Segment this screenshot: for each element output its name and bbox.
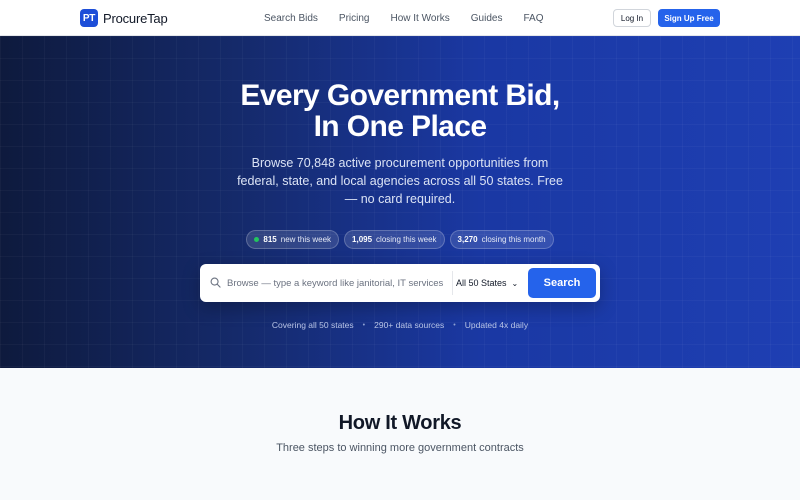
top-navbar: PT ProcureTap Search Bids Pricing How It… [0, 0, 800, 36]
hero-section: Every Government Bid, In One Place Brows… [0, 36, 800, 368]
stat-label: closing this week [376, 235, 437, 244]
trust-item-coverage: Covering all 50 states [271, 320, 354, 330]
chevron-down-icon: ⌄ [511, 278, 519, 288]
hero-title: Every Government Bid, In One Place [0, 80, 800, 142]
section-title: How It Works [338, 412, 462, 434]
bullet-separator-icon: • [453, 321, 456, 329]
nav-link-pricing[interactable]: Pricing [339, 13, 370, 24]
brand-name: ProcureTap [103, 10, 168, 26]
signup-button[interactable]: Sign Up Free [658, 9, 720, 27]
hero-title-line-2: In One Place [313, 110, 487, 143]
stat-value: 1,095 [352, 235, 373, 244]
stat-pill-closing-this-week: 1,095 closing this week [344, 230, 445, 249]
stats-pills: 815 new this week 1,095 closing this wee… [0, 230, 800, 249]
nav-links: Search Bids Pricing How It Works Guides … [264, 0, 564, 36]
trust-item-sources: 290+ data sources [374, 320, 445, 330]
nav-link-faq[interactable]: FAQ [523, 13, 543, 24]
how-it-works-section: How It Works Three steps to winning more… [0, 368, 800, 500]
stat-value: 815 [263, 235, 277, 244]
state-select[interactable]: All 50 States ⌄ [456, 273, 528, 293]
search-icon [210, 277, 221, 288]
nav-link-guides[interactable]: Guides [471, 13, 503, 24]
state-select-value: All 50 States [456, 278, 507, 288]
login-button[interactable]: Log In [613, 9, 651, 27]
search-input[interactable] [227, 264, 449, 302]
nav-link-how-it-works[interactable]: How It Works [391, 13, 450, 24]
search-bar: All 50 States ⌄ Search [200, 264, 600, 302]
stat-value: 3,270 [457, 235, 478, 244]
nav-link-search-bids[interactable]: Search Bids [264, 13, 318, 24]
stat-label: closing this month [481, 235, 546, 244]
trust-indicators: Covering all 50 states • 290+ data sourc… [0, 320, 800, 330]
live-dot-icon [254, 237, 260, 242]
bullet-separator-icon: • [362, 321, 366, 329]
section-subtitle: Three steps to winning more government c… [276, 442, 524, 454]
brand-logo[interactable]: PT ProcureTap [80, 9, 168, 27]
hero-title-line-1: Every Government Bid, [240, 79, 560, 112]
stat-pill-closing-this-month: 3,270 closing this month [449, 230, 554, 249]
trust-item-updates: Updated 4x daily [464, 320, 529, 330]
brand-mark-icon: PT [80, 9, 98, 27]
stat-label: new this week [280, 235, 332, 244]
stat-pill-new-this-week: 815 new this week [246, 230, 340, 249]
search-divider [452, 271, 453, 295]
hero-subtitle: Browse 70,848 active procurement opportu… [237, 156, 563, 206]
search-button[interactable]: Search [528, 268, 596, 298]
